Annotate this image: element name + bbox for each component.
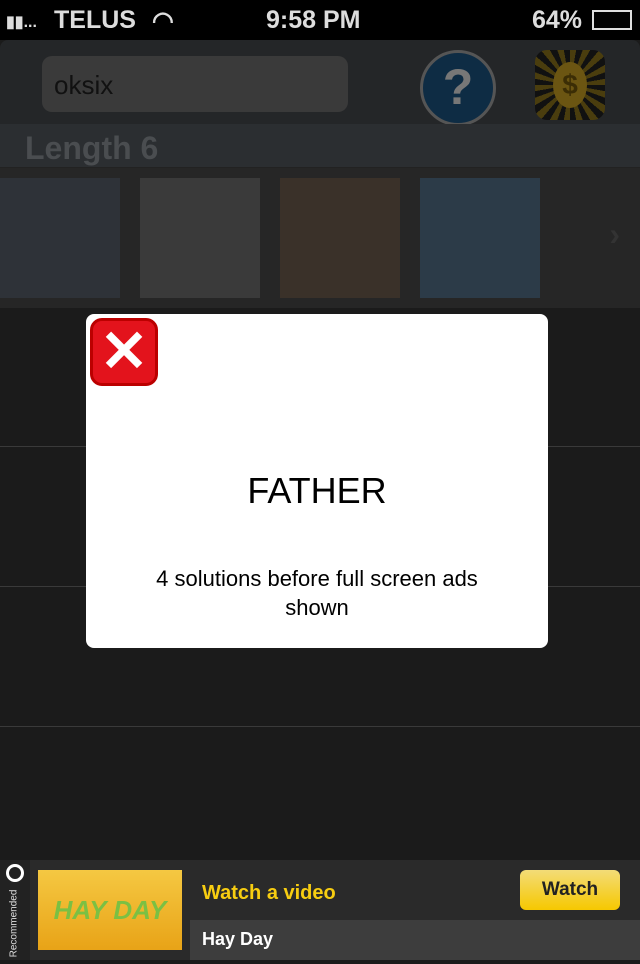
signal-icon: ▮▮... bbox=[6, 14, 37, 31]
thumbnail-3[interactable] bbox=[280, 178, 400, 298]
thumbnail-2[interactable] bbox=[140, 178, 260, 298]
wifi-icon: ◠ bbox=[152, 7, 174, 35]
ad-app-name: Hay Day bbox=[190, 920, 640, 960]
ad-network-logo-icon bbox=[6, 864, 24, 882]
chevron-right-icon[interactable]: › bbox=[609, 216, 620, 253]
carrier: TELUS bbox=[54, 6, 136, 34]
help-button[interactable]: ? bbox=[420, 50, 496, 126]
ad-banner[interactable]: Recommended HAY DAY Watch a video Watch … bbox=[0, 860, 640, 960]
battery-icon bbox=[592, 10, 632, 30]
recommended-tab: Recommended bbox=[0, 860, 30, 960]
recommended-label: Recommended bbox=[8, 889, 20, 958]
search-input[interactable]: oksix bbox=[42, 56, 348, 112]
close-icon[interactable]: ✕ bbox=[90, 318, 158, 386]
ad-headline: Watch a video bbox=[202, 882, 336, 904]
battery-percent: 64% bbox=[532, 6, 583, 34]
thumbnail-1[interactable] bbox=[0, 178, 120, 298]
divider bbox=[0, 726, 640, 727]
thumbnail-4[interactable] bbox=[420, 178, 540, 298]
status-bar: ▮▮... TELUS ◠ 9:58 PM 64% bbox=[0, 0, 640, 40]
ad-image[interactable]: HAY DAY bbox=[38, 870, 182, 950]
coin-icon: $ bbox=[553, 62, 587, 108]
solution-word: FATHER bbox=[247, 470, 387, 511]
length-header: Length 6 bbox=[0, 124, 640, 168]
header: oksix ? $ bbox=[0, 40, 640, 126]
length-label: Length 6 bbox=[25, 130, 159, 166]
watch-button[interactable]: Watch bbox=[520, 870, 620, 910]
time: 9:58 PM bbox=[266, 6, 361, 34]
ads-message: 4 solutions before full screen ads shown bbox=[156, 566, 478, 620]
image-strip: › bbox=[0, 168, 640, 308]
coins-button[interactable]: $ bbox=[535, 50, 605, 120]
